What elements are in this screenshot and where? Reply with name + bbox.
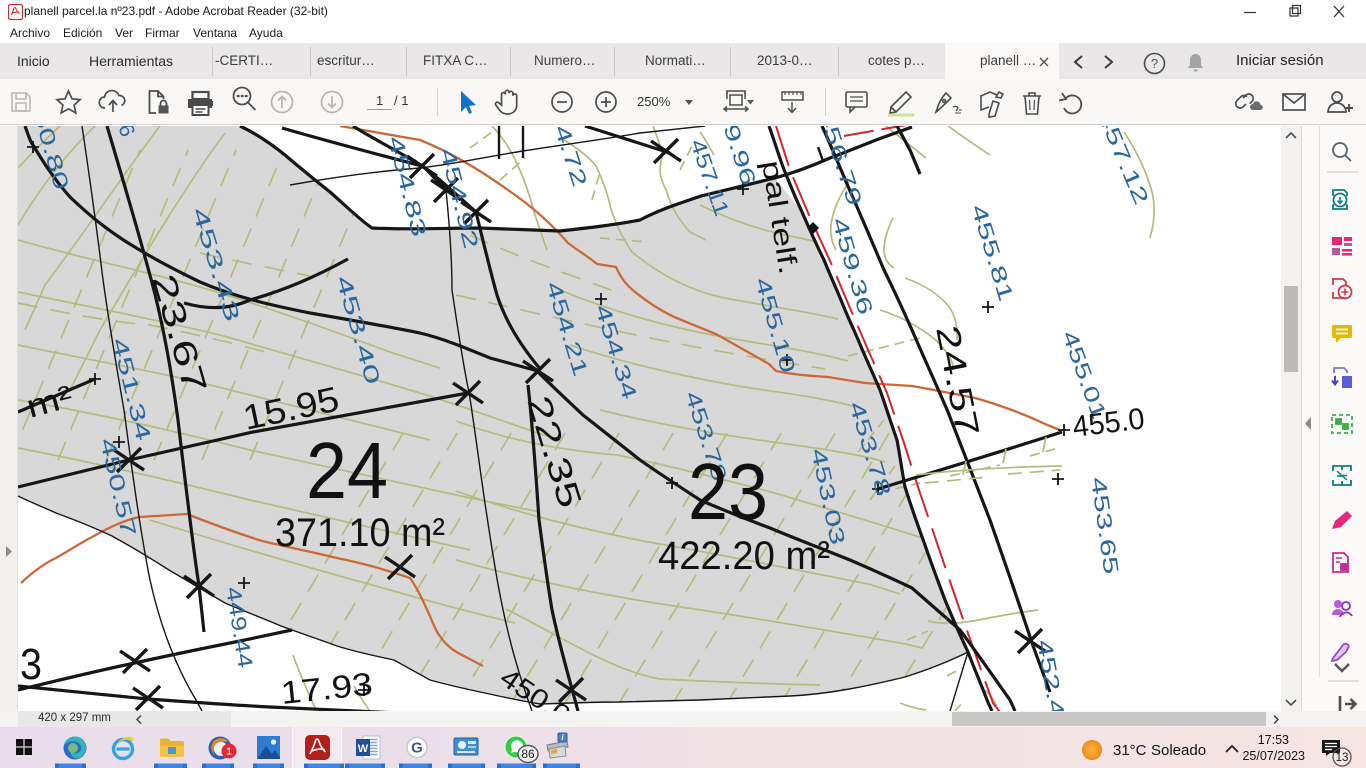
svg-text:13: 13	[1336, 752, 1349, 764]
svg-text:86: 86	[521, 747, 535, 761]
svg-text:17:53: 17:53	[1258, 733, 1289, 747]
svg-text:W: W	[358, 743, 369, 755]
svg-text:Soleado: Soleado	[1151, 742, 1206, 759]
svg-text:1: 1	[226, 746, 232, 758]
svg-text:G: G	[411, 740, 423, 757]
svg-text:31°C: 31°C	[1113, 742, 1147, 759]
svg-text:25/07/2023: 25/07/2023	[1242, 749, 1305, 763]
svg-text:?: ?	[1151, 56, 1158, 71]
